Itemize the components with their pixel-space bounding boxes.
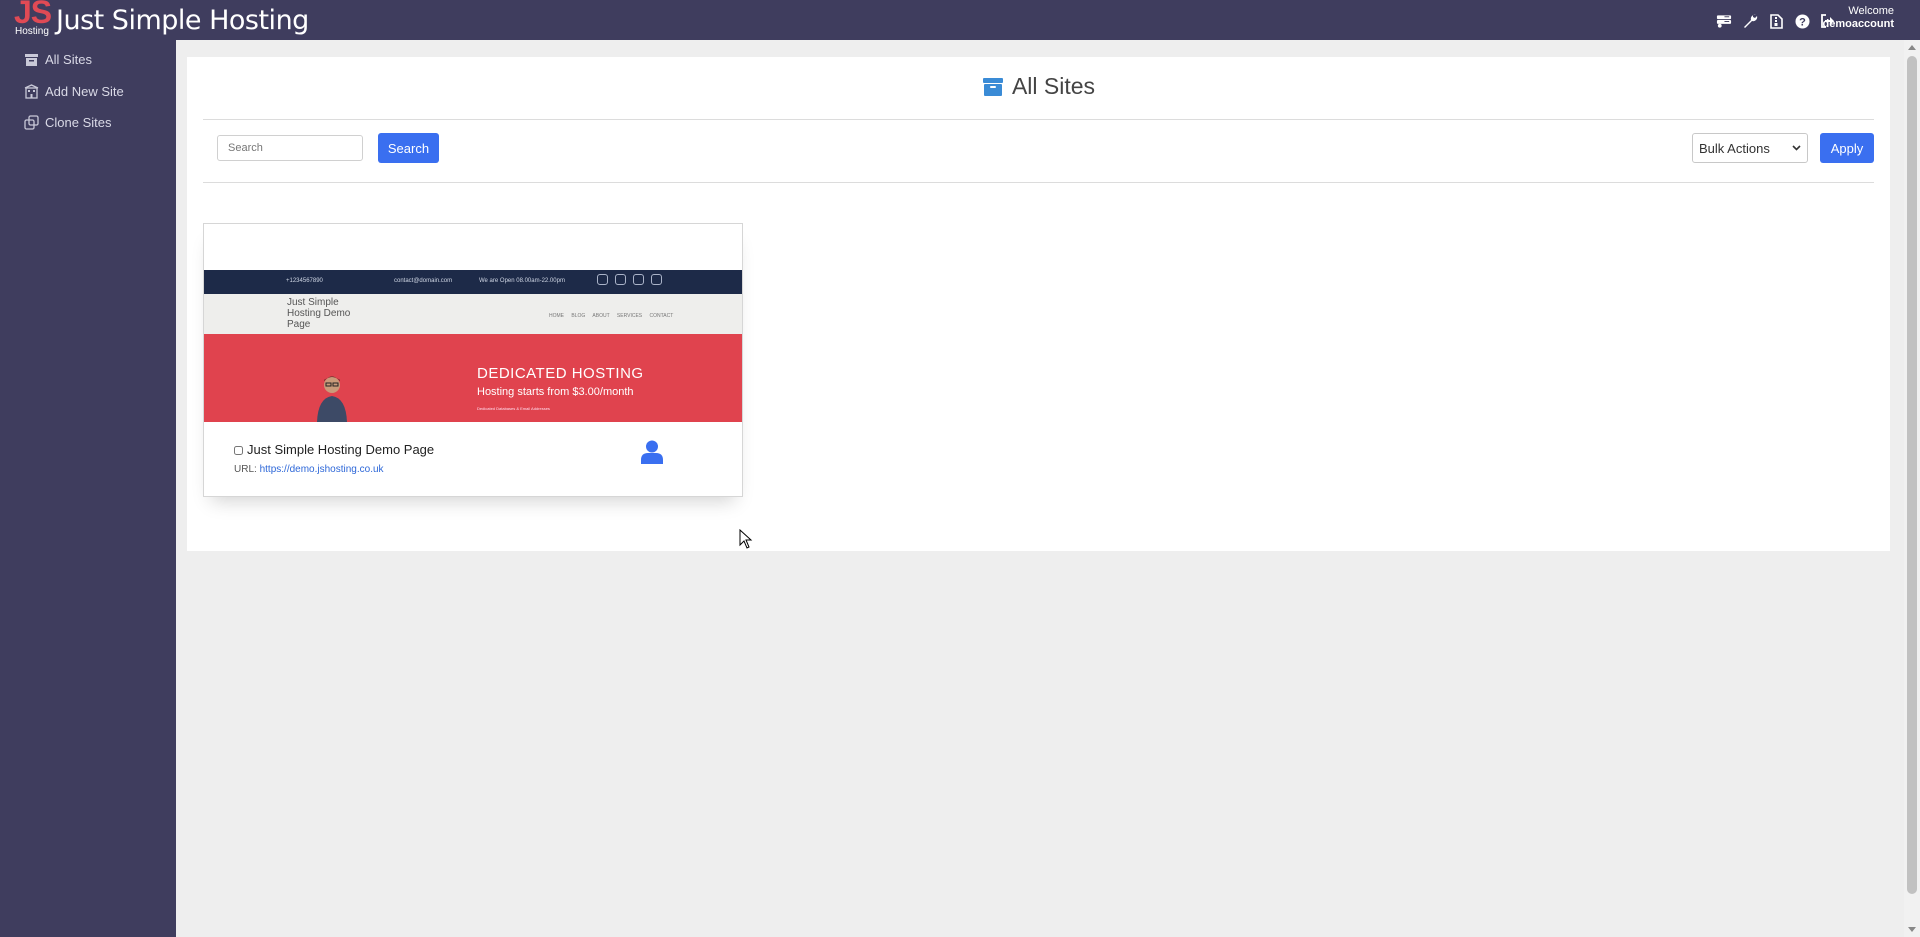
sidebar-item-label: Add New Site xyxy=(45,83,124,99)
divider xyxy=(203,182,1874,183)
top-bar: JS Hosting Just Simple Hosting ? Welcome… xyxy=(0,0,1920,40)
svg-text:?: ? xyxy=(1799,16,1806,28)
logo[interactable]: JS Hosting xyxy=(14,0,54,40)
thumbnail-hero: DEDICATED HOSTING Hosting starts from $3… xyxy=(204,334,742,422)
thumbnail-topbar: +1234567890 contact@domain.com We are Op… xyxy=(204,270,742,294)
thumbnail-nav-links: HOME BLOG ABOUT SERVICES CONTACT xyxy=(549,313,674,319)
logo-subtext: Hosting xyxy=(15,26,49,37)
thumbnail-email: contact@domain.com xyxy=(394,278,453,284)
thumbnail-subheadline: Hosting starts from $3.00/month xyxy=(477,386,634,398)
person-image xyxy=(317,376,347,422)
social-icon xyxy=(615,274,626,285)
sidebar-item-label: Clone Sites xyxy=(45,114,112,130)
archive-icon xyxy=(982,77,1003,96)
archive-icon xyxy=(25,53,38,66)
sidebar: All Sites Add New Site Clone Sites xyxy=(0,40,176,937)
sidebar-item-label: All Sites xyxy=(45,51,92,67)
welcome-label: Welcome xyxy=(1848,5,1894,17)
page-header: All Sites xyxy=(187,73,1890,103)
user-icon[interactable] xyxy=(641,440,663,464)
thumbnail-headline: DEDICATED HOSTING xyxy=(477,365,644,382)
scroll-down-arrow-icon[interactable] xyxy=(1908,927,1916,932)
thumbnail-hours: We are Open 08.00am-22.00pm xyxy=(479,278,565,284)
site-name: Just Simple Hosting Demo Page xyxy=(247,442,435,457)
scrollbar-thumb[interactable] xyxy=(1907,56,1917,894)
thumbnail-phone: +1234567890 xyxy=(286,278,323,284)
social-icon xyxy=(651,274,662,285)
site-url-row: URL: https://demo.jshosting.co.uk xyxy=(234,464,384,475)
sidebar-item-add-new-site[interactable]: Add New Site xyxy=(24,81,124,101)
brand-title[interactable]: Just Simple Hosting xyxy=(56,5,309,36)
sidebar-item-all-sites[interactable]: All Sites xyxy=(24,49,92,69)
sidebar-item-clone-sites[interactable]: Clone Sites xyxy=(24,112,111,132)
page-scrollbar[interactable] xyxy=(1904,40,1920,937)
search-button[interactable]: Search xyxy=(378,133,439,163)
wrench-icon[interactable] xyxy=(1742,13,1758,29)
scroll-up-arrow-icon[interactable] xyxy=(1908,45,1916,50)
username[interactable]: demoaccount xyxy=(1822,18,1894,31)
file-archive-icon[interactable] xyxy=(1768,13,1784,29)
divider xyxy=(203,119,1874,120)
site-url-link[interactable]: https://demo.jshosting.co.uk xyxy=(260,464,384,475)
welcome-block: Welcome demoaccount xyxy=(1822,5,1894,31)
header-icon-bar: ? xyxy=(1716,11,1836,31)
building-icon xyxy=(24,83,39,99)
thumbnail-tagline: Dedicated Databases & Email Addresses xyxy=(477,406,550,411)
site-card: +1234567890 contact@domain.com We are Op… xyxy=(203,223,743,497)
chevron-down-icon xyxy=(1792,145,1801,151)
site-thumbnail[interactable]: +1234567890 contact@domain.com We are Op… xyxy=(204,270,742,422)
social-icon xyxy=(597,274,608,285)
clone-icon xyxy=(24,114,39,130)
page-title: All Sites xyxy=(1011,73,1096,99)
bulk-actions-value: Bulk Actions xyxy=(1699,140,1770,156)
url-label: URL: xyxy=(234,464,257,475)
mouse-cursor-icon xyxy=(739,529,753,549)
servers-icon[interactable] xyxy=(1716,13,1732,29)
social-icon xyxy=(633,274,644,285)
search-input[interactable] xyxy=(217,135,363,161)
thumbnail-nav: Just Simple Hosting Demo Page HOME BLOG … xyxy=(204,294,742,334)
thumbnail-site-name: Just Simple Hosting Demo Page xyxy=(287,297,351,330)
help-icon[interactable]: ? xyxy=(1794,13,1810,29)
main-panel: All Sites Search Bulk Actions Apply +123… xyxy=(187,57,1890,551)
site-select-checkbox[interactable] xyxy=(234,446,243,455)
apply-button[interactable]: Apply xyxy=(1820,133,1874,163)
bulk-actions-select[interactable]: Bulk Actions xyxy=(1692,133,1808,163)
